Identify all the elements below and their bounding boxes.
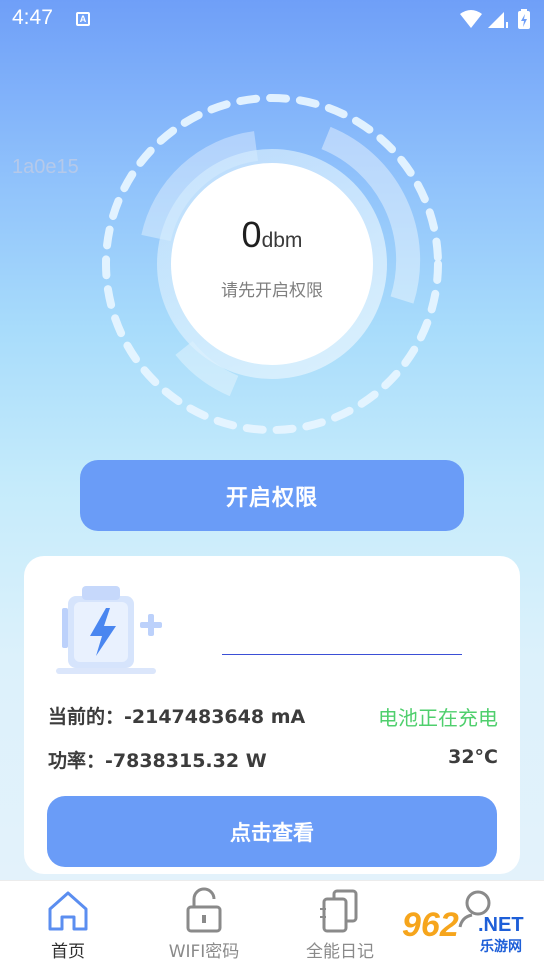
gauge-center: 0dbm 请先开启权限 [96,86,448,442]
status-time: 4:47 [12,6,53,29]
power-label: 功率：-7838315.32 W [48,750,267,772]
current-label: 当前的：-2147483648 mA [48,706,306,728]
enable-permission-button[interactable]: 开启权限 [80,460,464,531]
tab-wifi-password[interactable]: WIFI密码 [136,881,272,968]
battery-progress-line [222,654,462,655]
home-icon [48,891,88,931]
watermark-number: 962 [402,906,459,944]
unlock-icon [186,887,222,933]
battery-icon [54,578,166,676]
temperature-value: 32°C [448,746,498,768]
view-details-button[interactable]: 点击查看 [47,796,497,867]
current-row: 当前的：-2147483648 mA 电池正在充电 [48,702,498,730]
permission-hint: 请先开启权限 [221,281,323,301]
battery-card: 当前的：-2147483648 mA 电池正在充电 功率：-7838315.32… [24,556,520,874]
site-watermark: 962 .NET 乐游网 [402,900,542,962]
diary-icon [320,889,358,933]
battery-charging-icon [518,9,530,29]
signal-reading: 0dbm [96,214,448,256]
watermark-domain: .NET [478,914,524,936]
debug-text: 1a0e15 [12,156,79,178]
notification-badge-icon: A [76,12,90,26]
power-row: 功率：-7838315.32 W 32°C [48,746,498,773]
status-bar: 4:47 A [0,0,544,38]
tab-home[interactable]: 首页 [0,881,136,968]
wifi-icon [460,10,482,28]
tab-label-diary: 全能日记 [306,942,374,962]
tab-diary[interactable]: 全能日记 [272,881,408,968]
watermark-cn: 乐游网 [480,939,522,955]
signal-unit: dbm [261,229,303,252]
tab-label-home: 首页 [51,942,85,962]
tab-label-wifi-password: WIFI密码 [168,942,240,962]
status-icons [458,8,534,30]
signal-gauge: 0dbm 请先开启权限 [96,86,448,442]
charging-status: 电池正在充电 [378,706,498,730]
signal-icon [488,12,508,28]
signal-value: 0 [241,214,262,255]
